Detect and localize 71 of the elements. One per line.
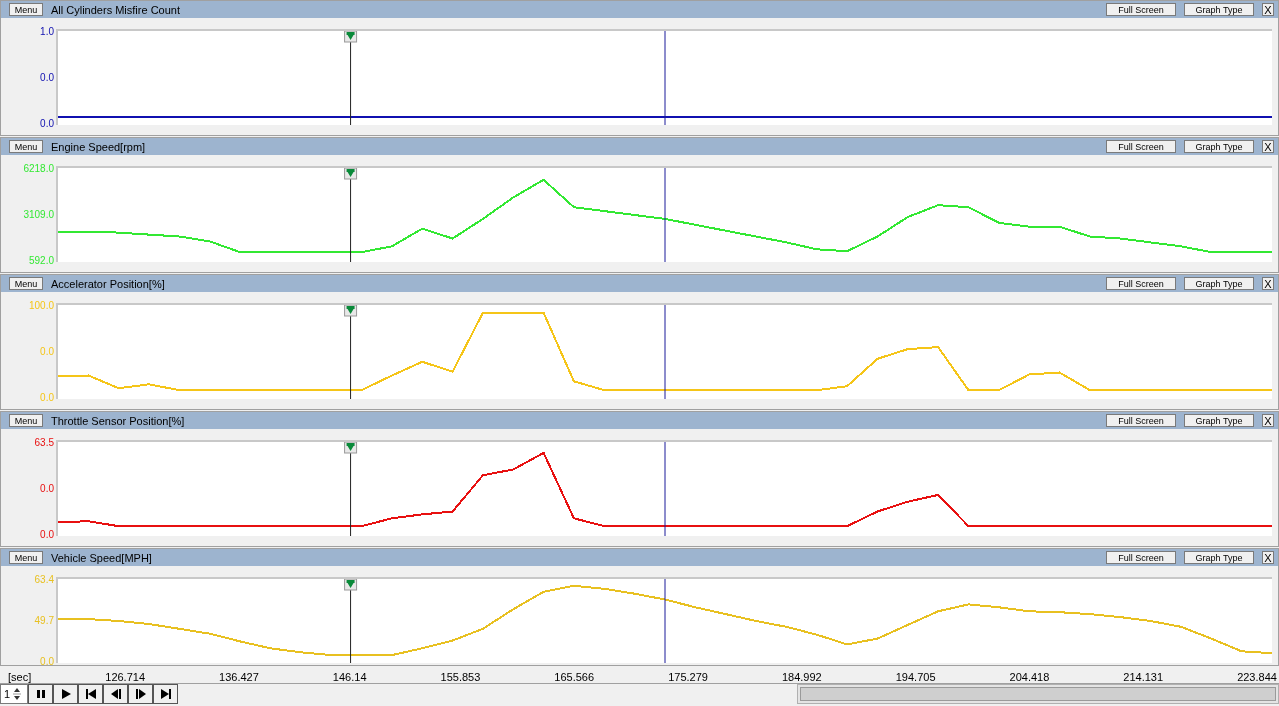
skip-start-icon xyxy=(84,688,97,700)
graph-type-button[interactable]: Graph Type xyxy=(1184,3,1254,16)
skip-start-button[interactable] xyxy=(78,684,103,704)
x-axis-label: 175.279 xyxy=(668,671,708,683)
graph-type-button[interactable]: Graph Type xyxy=(1184,414,1254,427)
skip-end-icon xyxy=(159,688,172,700)
pause-icon xyxy=(34,688,47,700)
menu-button[interactable]: Menu xyxy=(9,3,43,16)
x-axis-label: 165.566 xyxy=(554,671,595,683)
graph-type-button[interactable]: Graph Type xyxy=(1184,277,1254,290)
x-axis-label: 204.418 xyxy=(1009,671,1050,683)
panel-title: Engine Speed[rpm] xyxy=(51,140,147,153)
y-axis-label: 3109.0 xyxy=(23,209,54,221)
skip-end-button[interactable] xyxy=(153,684,178,704)
x-axis-label: 155.853 xyxy=(440,671,481,683)
y-axis-label: 0.0 xyxy=(40,392,54,404)
step-back-button[interactable] xyxy=(103,684,128,704)
close-button[interactable]: X xyxy=(1262,3,1274,16)
close-button[interactable]: X xyxy=(1262,414,1274,427)
y-axis-label: 1.0 xyxy=(40,26,54,38)
play-icon xyxy=(59,688,72,700)
x-axis-label: 136.427 xyxy=(219,671,259,683)
full-screen-button[interactable]: Full Screen xyxy=(1106,140,1176,153)
x-axis-label: 146.14 xyxy=(332,671,367,683)
y-axis-label: 49.7 xyxy=(34,615,54,627)
pause-button[interactable] xyxy=(28,684,53,704)
x-axis-label: 126.714 xyxy=(105,671,146,683)
menu-button[interactable]: Menu xyxy=(9,551,43,564)
y-axis-label: 592.0 xyxy=(28,255,54,267)
play-button[interactable] xyxy=(53,684,78,704)
step-forward-button[interactable] xyxy=(128,684,153,704)
panel-title: All Cylinders Misfire Count xyxy=(51,3,181,16)
menu-button[interactable]: Menu xyxy=(9,414,43,427)
graph-type-button[interactable]: Graph Type xyxy=(1184,140,1254,153)
y-axis-label: 0.0 xyxy=(40,72,54,84)
axis-unit: [sec] xyxy=(8,671,32,683)
panel-title: Throttle Sensor Position[%] xyxy=(51,414,186,427)
y-axis-label: 0.0 xyxy=(40,483,54,495)
full-screen-button[interactable]: Full Screen xyxy=(1106,551,1176,564)
spin-arrows-icon[interactable] xyxy=(13,686,22,702)
y-axis-label: 0.0 xyxy=(40,118,54,130)
y-axis-label: 0.0 xyxy=(40,529,54,541)
marker-icon[interactable] xyxy=(344,578,358,591)
menu-button[interactable]: Menu xyxy=(9,140,43,153)
x-axis-label: 184.992 xyxy=(781,671,822,683)
full-screen-button[interactable]: Full Screen xyxy=(1106,277,1176,290)
close-button[interactable]: X xyxy=(1262,277,1274,290)
close-button[interactable]: X xyxy=(1262,551,1274,564)
graph-type-button[interactable]: Graph Type xyxy=(1184,551,1254,564)
y-axis-label: 0.0 xyxy=(40,346,54,358)
panel-title: Accelerator Position[%] xyxy=(51,277,166,290)
x-axis-label: 194.705 xyxy=(895,671,936,683)
x-axis-label: 214.131 xyxy=(1123,671,1164,683)
y-axis-label: 63.4 xyxy=(34,574,54,586)
full-screen-button[interactable]: Full Screen xyxy=(1106,414,1176,427)
panel-title: Vehicle Speed[MPH] xyxy=(51,551,153,564)
y-axis-label: 0.0 xyxy=(40,656,54,668)
y-axis-label: 63.5 xyxy=(34,437,54,449)
marker-icon[interactable] xyxy=(344,167,358,180)
y-axis-label: 6218.0 xyxy=(23,163,54,175)
step-forward-icon xyxy=(134,688,147,700)
full-screen-button[interactable]: Full Screen xyxy=(1106,3,1176,16)
menu-button[interactable]: Menu xyxy=(9,277,43,290)
marker-icon[interactable] xyxy=(344,441,358,454)
close-button[interactable]: X xyxy=(1262,140,1274,153)
x-axis-label: 223.844 xyxy=(1237,671,1277,683)
step-back-icon xyxy=(109,688,122,700)
marker-icon[interactable] xyxy=(344,304,358,317)
marker-icon[interactable] xyxy=(344,30,358,43)
y-axis-label: 100.0 xyxy=(28,300,54,312)
speed-spinner[interactable]: 1 xyxy=(0,684,28,704)
